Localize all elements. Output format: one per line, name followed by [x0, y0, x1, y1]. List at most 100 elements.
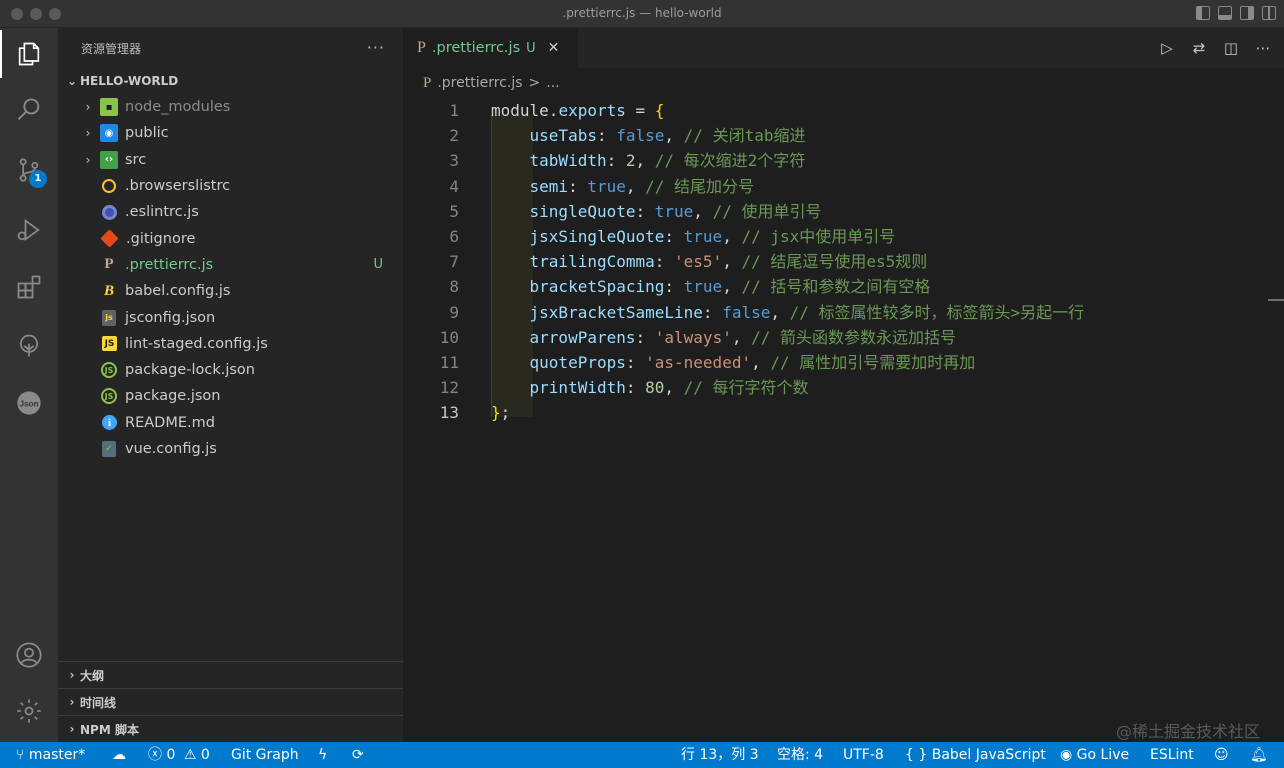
cloud-sync-icon[interactable]: ☁ — [112, 742, 126, 768]
code-line[interactable]: 1 module.exports = { — [403, 98, 1284, 123]
title-bar: .prettierrc.js — hello-world — [0, 0, 1284, 28]
breadcrumb-more[interactable]: ... — [546, 75, 559, 91]
code-token: // 结尾逗号使用es5规则 — [741, 252, 928, 272]
problems-status[interactable]: ⓧ 0 ⚠ 0 — [148, 742, 210, 768]
json-icon-label: Json — [19, 400, 38, 409]
code-editor[interactable]: 1 module.exports = {2 useTabs: false, // … — [403, 98, 1284, 425]
workspace-section-header[interactable]: ⌄ HELLO-WORLD — [58, 68, 403, 94]
code-line[interactable]: 13}; — [403, 400, 1284, 425]
tree-item-readme[interactable]: i README.md — [58, 410, 403, 436]
code-line[interactable]: 7 trailingComma: 'es5', // 结尾逗号使用es5规则 — [403, 249, 1284, 274]
code-token: jsxSingleQuote — [529, 226, 665, 246]
file-name: .prettierrc.js — [125, 256, 214, 273]
explorer-icon[interactable] — [0, 30, 58, 78]
indentation-status[interactable]: 空格: 4 — [777, 742, 823, 768]
extensions-icon[interactable] — [0, 263, 58, 311]
tab-status: U — [526, 40, 536, 56]
untracked-status-badge: U — [373, 257, 383, 273]
compare-changes-icon[interactable]: ⇄ — [1190, 39, 1208, 57]
tree-item-lint-staged[interactable]: JS lint-staged.config.js — [58, 331, 403, 357]
feedback-icon[interactable]: ☺ — [1214, 742, 1229, 768]
tree-item-jsconfig[interactable]: js jsconfig.json — [58, 304, 403, 330]
toggle-panel-icon[interactable] — [1218, 6, 1232, 20]
tree-item-package-lock[interactable]: JS package-lock.json — [58, 357, 403, 383]
code-line[interactable]: 3 tabWidth: 2, // 每次缩进2个字符 — [403, 148, 1284, 173]
error-count: 0 — [166, 747, 176, 763]
tree-item-eslintrc[interactable]: .eslintrc.js — [58, 199, 403, 225]
code-token: exports — [558, 101, 626, 120]
file-name: .eslintrc.js — [125, 204, 199, 221]
account-icon[interactable] — [0, 631, 58, 679]
split-editor-icon[interactable]: ◫ — [1222, 39, 1240, 57]
code-line[interactable]: 6 jsxSingleQuote: true, // jsx中使用单引号 — [403, 224, 1284, 249]
go-live-button[interactable]: ◉ Go Live — [1060, 742, 1129, 768]
customize-layout-icon[interactable] — [1262, 6, 1276, 20]
code-line[interactable]: 9 jsxBracketSameLine: false, // 标签属性较多时，… — [403, 300, 1284, 325]
code-token: bracketSpacing — [529, 277, 665, 297]
error-icon: ⓧ — [148, 747, 162, 763]
breadcrumb-file[interactable]: .prettierrc.js — [437, 75, 522, 91]
more-actions-icon[interactable]: ⋯ — [1254, 39, 1272, 57]
code-token: : — [654, 252, 675, 272]
settings-gear-icon[interactable] — [0, 687, 58, 735]
json-icon[interactable]: Json — [0, 379, 58, 427]
tree-item-src[interactable]: › ‹› src — [58, 147, 403, 173]
code-line[interactable]: 5 singleQuote: true, // 使用单引号 — [403, 199, 1284, 224]
code-line[interactable]: 4 semi: true, // 结尾加分号 — [403, 174, 1284, 199]
warning-count: 0 — [200, 747, 210, 763]
code-token: // 标签属性较多时，标签箭头>另起一行 — [789, 302, 1085, 322]
git-graph-icon[interactable] — [0, 322, 58, 370]
code-line[interactable]: 8 bracketSpacing: true, // 括号和参数之间有空格 — [403, 274, 1284, 299]
tree-item-browserslistrc[interactable]: .browserslistrc — [58, 173, 403, 199]
lightning-icon[interactable]: ϟ — [318, 742, 327, 768]
code-line[interactable]: 2 useTabs: false, // 关闭tab缩进 — [403, 123, 1284, 148]
code-line[interactable]: 11 quoteProps: 'as-needed', // 属性加引号需要加时… — [403, 350, 1284, 375]
tree-item-package-json[interactable]: JS package.json — [58, 383, 403, 409]
code-line[interactable]: 10 arrowParens: 'always', // 箭头函数参数永远加括号 — [403, 325, 1284, 350]
bell-icon[interactable]: 🔔︎ — [1250, 742, 1268, 768]
branch-status[interactable]: ⑂ master* — [16, 742, 85, 768]
line-content: semi: true, // 结尾加分号 — [491, 174, 755, 199]
line-number: 3 — [449, 151, 459, 171]
tab-prettierrc[interactable]: P .prettierrc.js U ✕ — [403, 28, 578, 68]
eslint-status[interactable]: ESLint — [1150, 742, 1194, 768]
toggle-sidebar-icon[interactable] — [1196, 6, 1210, 20]
code-token: // 每次缩进2个字符 — [654, 151, 806, 171]
public-folder-icon: ◉ — [100, 124, 118, 143]
timeline-section-header[interactable]: › 时间线 — [58, 688, 403, 715]
search-icon[interactable] — [0, 86, 58, 134]
tree-item-node-modules[interactable]: › ▪ node_modules — [58, 94, 403, 120]
run-debug-icon[interactable] — [0, 206, 58, 254]
cursor-position[interactable]: 行 13，列 3 — [681, 742, 759, 768]
code-token: true — [683, 277, 723, 297]
line-content: }; — [491, 400, 510, 425]
git-graph-status[interactable]: Git Graph — [231, 742, 299, 768]
tree-item-babel-config[interactable]: B babel.config.js — [58, 278, 403, 304]
npm-scripts-section-header[interactable]: › NPM 脚本 — [58, 715, 403, 742]
code-line[interactable]: 12 printWidth: 80, // 每行字符个数 — [403, 375, 1284, 400]
run-icon[interactable]: ▷ — [1158, 39, 1176, 57]
code-token: 'as-needed' — [645, 352, 752, 372]
tree-item-prettierrc[interactable]: P .prettierrc.js U — [58, 252, 403, 278]
code-token: 'always' — [654, 327, 732, 347]
code-token: ; — [500, 403, 511, 423]
code-token: : — [664, 277, 684, 297]
file-name: README.md — [125, 414, 215, 431]
refresh-icon[interactable]: ⟳ — [352, 742, 364, 768]
code-token: : — [625, 378, 646, 398]
close-icon[interactable]: ✕ — [548, 40, 560, 56]
file-name: vue.config.js — [125, 441, 217, 457]
tree-item-public[interactable]: › ◉ public — [58, 120, 403, 146]
tree-item-gitignore[interactable]: .gitignore — [58, 225, 403, 251]
code-token: , — [635, 151, 655, 171]
encoding-status[interactable]: UTF-8 — [843, 742, 884, 768]
source-control-icon[interactable]: 1 — [0, 146, 58, 194]
code-token: // 属性加引号需要加时再加 — [770, 352, 976, 372]
tree-item-vue-config[interactable]: ✓ vue.config.js — [58, 436, 403, 462]
language-mode[interactable]: { } Babel JavaScript — [905, 742, 1046, 768]
node-folder-icon: ▪ — [100, 98, 118, 117]
outline-section-header[interactable]: › 大纲 — [58, 661, 403, 688]
scrollbar-marker[interactable] — [1268, 299, 1284, 301]
more-actions-icon[interactable]: ··· — [367, 38, 385, 57]
toggle-secondary-sidebar-icon[interactable] — [1240, 6, 1254, 20]
